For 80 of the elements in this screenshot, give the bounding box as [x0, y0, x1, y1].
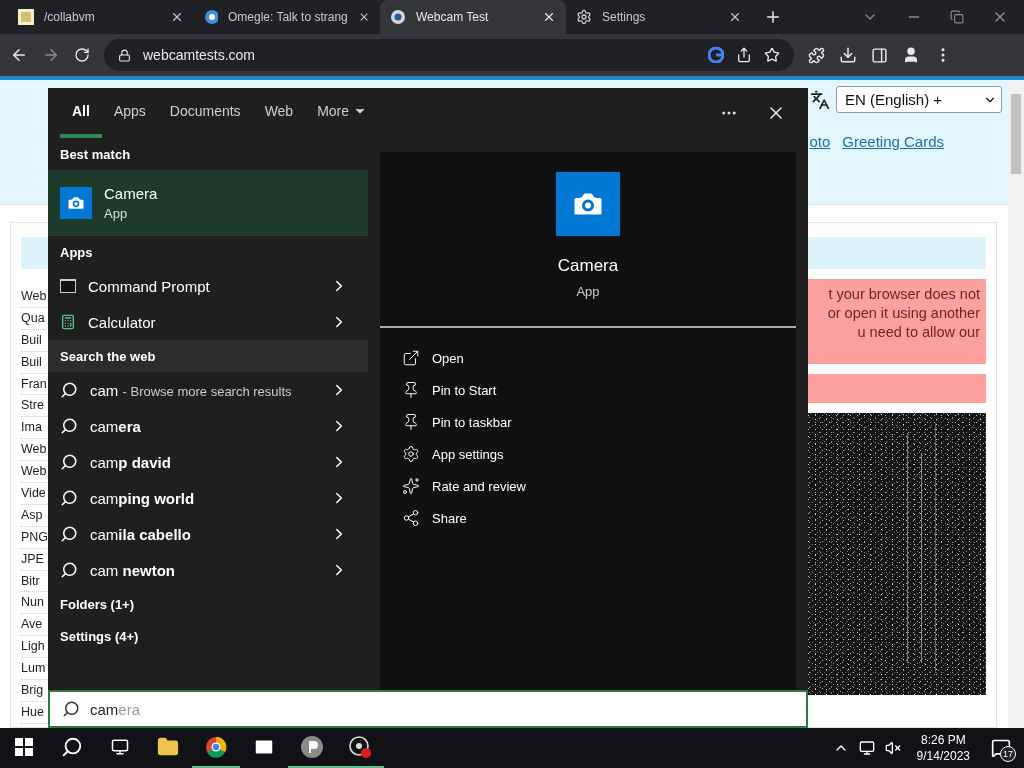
best-match-item[interactable]: Camera App	[48, 170, 368, 236]
search-icon	[60, 489, 78, 507]
clock[interactable]: 8:26 PM 9/14/2023	[916, 732, 970, 764]
filter-tab[interactable]: Documents	[157, 88, 253, 138]
alert-text: u need to allow our	[857, 323, 980, 342]
new-tab-icon[interactable]	[764, 8, 782, 26]
filter-tab[interactable]: More	[305, 88, 380, 138]
browser-tab[interactable]: Settings	[566, 0, 752, 34]
alert-text: or open it using another	[827, 304, 980, 323]
browser-tab[interactable]: Webcam Test	[380, 0, 566, 34]
reload-icon[interactable]	[74, 47, 90, 63]
settings-icon	[576, 9, 592, 25]
calculator-icon	[60, 314, 76, 330]
nav-link[interactable]: Greeting Cards	[842, 133, 944, 150]
chrome-icon[interactable]	[205, 736, 227, 758]
search-field[interactable]: camera	[48, 690, 808, 728]
action-item[interactable]: Share	[402, 502, 796, 534]
pin-icon	[402, 381, 420, 399]
tab-favicon-icon	[204, 9, 218, 25]
share-icon	[402, 509, 420, 527]
forward-icon[interactable]	[42, 46, 60, 64]
recorder-icon[interactable]	[348, 735, 372, 759]
alert-text: t your browser does not	[828, 285, 980, 304]
webcam-icon	[390, 9, 406, 25]
bookmark-star-icon[interactable]	[764, 47, 780, 63]
open-icon	[402, 349, 420, 367]
filter-tab[interactable]: Web	[252, 88, 306, 138]
action-item[interactable]: Rate and review	[402, 470, 796, 502]
action-item[interactable]: Pin to Start	[402, 374, 796, 406]
terminal-icon	[60, 279, 76, 293]
notifications-button[interactable]: 17	[986, 733, 1016, 763]
extensions-icon[interactable]	[808, 46, 825, 64]
section-heading: Search the web	[48, 340, 368, 372]
search-icon[interactable]	[61, 736, 83, 758]
profile-icon[interactable]	[902, 46, 920, 64]
network-icon[interactable]	[858, 740, 875, 756]
action-item[interactable]: App settings	[402, 438, 796, 470]
restore-icon[interactable]	[950, 10, 964, 24]
browser-tab[interactable]: /collabvm	[8, 0, 194, 34]
windows-start-icon[interactable]	[15, 738, 33, 756]
search-icon	[60, 417, 78, 435]
app-icon[interactable]	[300, 735, 324, 759]
language-select[interactable]: EN (English) +	[836, 86, 1002, 113]
filter-tab[interactable]: Apps	[101, 88, 158, 138]
notifications-icon	[991, 738, 1011, 758]
nav-link[interactable]: oto	[809, 133, 831, 150]
search-icon	[62, 700, 80, 718]
section-heading: Apps	[59, 243, 94, 262]
translate-icon[interactable]	[810, 89, 830, 110]
lock-icon	[118, 48, 131, 62]
close-tab-icon[interactable]	[170, 10, 184, 24]
app-name: Camera	[557, 256, 619, 276]
scrollbar[interactable]	[1008, 80, 1024, 728]
app-type: App	[576, 284, 600, 299]
settings-icon	[402, 445, 420, 463]
app-name: Camera	[104, 185, 158, 202]
pin-icon	[402, 413, 420, 431]
folder-icon[interactable]	[157, 736, 179, 758]
filter-tab[interactable]: All	[60, 88, 102, 138]
search-icon	[60, 561, 78, 579]
notification-count: 17	[1000, 746, 1016, 762]
task-view-icon[interactable]	[111, 738, 129, 756]
volume-muted-icon[interactable]	[884, 740, 901, 756]
share-icon[interactable]	[736, 47, 752, 63]
back-icon[interactable]	[10, 46, 28, 64]
action-item[interactable]: Open	[402, 342, 796, 374]
google-icon[interactable]	[708, 47, 724, 63]
browser-tab[interactable]: Omegle: Talk to strang	[194, 0, 380, 34]
tab-favicon-icon	[18, 9, 34, 25]
download-icon[interactable]	[839, 46, 857, 64]
address-bar[interactable]: webcamtests.com	[104, 39, 794, 71]
close-tab-icon[interactable]	[542, 10, 556, 24]
app-type: App	[104, 206, 129, 221]
side-panel-icon[interactable]	[871, 46, 888, 64]
search-icon	[60, 453, 78, 471]
search-icon	[60, 381, 78, 399]
search-icon	[60, 525, 78, 543]
close-tab-icon[interactable]	[728, 10, 742, 24]
action-item[interactable]: Pin to taskbar	[402, 406, 796, 438]
section-heading: Best match	[59, 145, 132, 164]
